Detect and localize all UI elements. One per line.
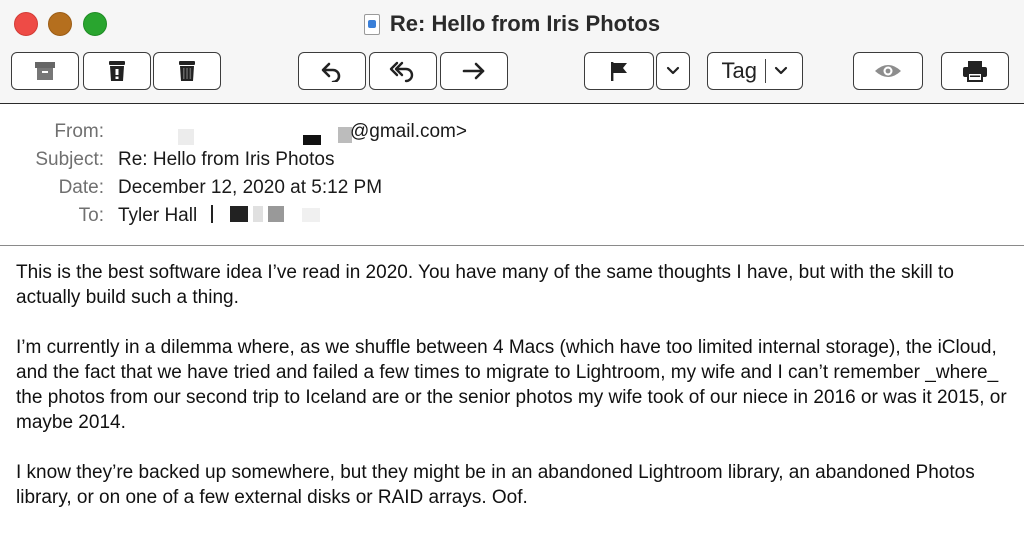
archive-button[interactable] — [11, 52, 79, 90]
flag-icon — [611, 62, 627, 81]
date-label: Date: — [58, 177, 104, 198]
print-button[interactable] — [941, 52, 1009, 90]
window-titlebar: Re: Hello from Iris Photos Tag — [0, 0, 1024, 104]
tag-label: Tag — [721, 58, 757, 83]
tag-button[interactable]: Tag — [707, 52, 803, 90]
reply-button[interactable] — [298, 52, 366, 90]
body-paragraph: I’m currently in a dilemma where, as we … — [16, 337, 1007, 433]
eye-icon — [875, 65, 901, 77]
reply-icon — [321, 62, 341, 82]
subject-label: Subject: — [35, 149, 104, 170]
body-paragraph: This is the best software idea I’ve read… — [16, 262, 954, 308]
from-label: From: — [54, 121, 104, 142]
archive-icon — [35, 62, 55, 80]
junk-icon — [109, 61, 125, 81]
from-value[interactable]: @gmail.com> — [350, 119, 467, 145]
redaction-block — [303, 135, 321, 145]
hide-button[interactable] — [853, 52, 923, 90]
trash-icon — [179, 61, 195, 81]
redaction-block — [211, 205, 213, 223]
to-value[interactable]: Tyler Hall — [118, 203, 197, 229]
chevron-down-icon — [666, 66, 680, 75]
window-title-group: Re: Hello from Iris Photos — [0, 10, 1024, 38]
window-title: Re: Hello from Iris Photos — [389, 11, 661, 36]
redaction-block — [268, 206, 284, 222]
message-header: From: @gmail.com> Subject: Re: Hello fro… — [0, 104, 1024, 246]
date-value: December 12, 2020 at 5:12 PM — [118, 177, 383, 198]
trash-button[interactable] — [153, 52, 221, 90]
message-body: This is the best software idea I’ve read… — [16, 260, 1016, 535]
junk-button[interactable] — [83, 52, 151, 90]
body-paragraph: I know they’re backed up somewhere, but … — [16, 462, 975, 508]
reply-all-button[interactable] — [369, 52, 437, 90]
chevron-down-icon — [775, 66, 788, 75]
redaction-block — [302, 208, 320, 222]
document-icon — [363, 13, 380, 35]
subject-value: Re: Hello from Iris Photos — [118, 149, 335, 170]
to-label: To: — [78, 205, 104, 226]
forward-icon — [462, 62, 485, 80]
reply-all-icon — [389, 61, 414, 83]
flag-menu-button[interactable] — [656, 52, 690, 90]
flag-button[interactable] — [584, 52, 654, 90]
printer-icon — [963, 61, 987, 82]
redaction-block — [230, 206, 248, 222]
forward-button[interactable] — [440, 52, 508, 90]
tag-divider — [764, 59, 767, 83]
redaction-block — [253, 206, 263, 222]
redaction-block — [178, 129, 194, 145]
